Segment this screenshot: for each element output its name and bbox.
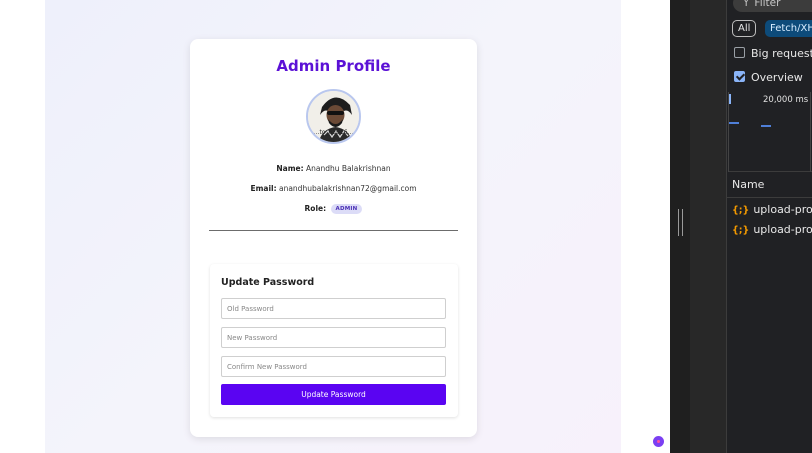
browser-viewport: Admin Profile ...to_62916... Name: Anand… xyxy=(0,0,670,453)
column-header-name[interactable]: Name xyxy=(727,172,812,198)
page-title: Admin Profile xyxy=(276,57,391,75)
role-badge: ADMIN xyxy=(330,204,363,214)
request-row[interactable]: {;}upload-profile xyxy=(732,202,812,218)
timeline-cursor xyxy=(729,94,731,104)
timeline-request-bar xyxy=(761,125,771,127)
timeline-request-bar xyxy=(729,122,739,124)
email-value: anandhubalakrishnan72@gmail.com xyxy=(278,184,417,193)
timeline-gridline xyxy=(810,92,811,172)
avatar[interactable]: ...to_62916... xyxy=(306,89,361,144)
timeline-gridline xyxy=(728,92,729,172)
checkbox-unchecked-icon xyxy=(734,47,745,58)
filter-icon: Y xyxy=(743,0,750,9)
old-password-input[interactable] xyxy=(221,298,446,319)
big-request-rows-toggle[interactable]: Big request rows xyxy=(734,47,812,61)
fetch-request-icon: {;} xyxy=(732,205,750,216)
avatar-photo-icon xyxy=(308,91,359,142)
divider xyxy=(209,230,458,231)
request-row[interactable]: {;}upload-profile xyxy=(732,222,812,238)
profile-email-row: Email: anandhubalakrishnan72@gmail.com xyxy=(190,184,477,193)
role-label: Role: xyxy=(304,204,327,213)
profile-role-row: Role: ADMIN xyxy=(190,204,477,214)
new-password-input[interactable] xyxy=(221,327,446,348)
fetch-request-icon: {;} xyxy=(732,225,750,236)
name-label: Name: xyxy=(276,164,304,173)
filter-placeholder: Filter xyxy=(754,0,781,9)
checkbox-checked-icon xyxy=(734,71,745,82)
devtools-panel: Y Filter All Fetch/XHR Big request rows O… xyxy=(670,0,812,453)
confirm-password-input[interactable] xyxy=(221,356,446,377)
profile-name-row: Name: Anandhu Balakrishnan xyxy=(190,164,477,173)
devtools-gutter xyxy=(670,0,690,453)
overview-label: Overview xyxy=(751,71,803,84)
network-panel: Y Filter All Fetch/XHR Big request rows O… xyxy=(726,0,812,453)
filter-input[interactable]: Y Filter xyxy=(733,0,812,12)
resize-handle-icon[interactable] xyxy=(678,209,683,236)
avatar-caption: ...to_62916... xyxy=(313,129,354,136)
update-password-form: Update Password Update Password xyxy=(210,264,458,417)
request-name: upload-profile xyxy=(753,223,812,236)
timeline-label: 20,000 ms xyxy=(763,95,809,105)
filter-chip-all[interactable]: All xyxy=(732,20,757,37)
profile-card: Admin Profile ...to_62916... Name: Anand… xyxy=(190,39,477,437)
update-password-title: Update Password xyxy=(221,277,315,288)
filter-chip-fetch-xhr[interactable]: Fetch/XHR xyxy=(765,20,812,37)
email-label: Email: xyxy=(250,184,277,193)
name-value: Anandhu Balakrishnan xyxy=(306,164,391,173)
big-request-rows-label: Big request rows xyxy=(751,47,812,60)
update-password-button[interactable]: Update Password xyxy=(221,384,446,405)
request-name: upload-profile xyxy=(753,203,812,216)
extension-bubble-icon[interactable] xyxy=(653,436,664,447)
network-overview-timeline[interactable]: 20,000 ms xyxy=(728,92,812,172)
overview-toggle[interactable]: Overview xyxy=(734,71,803,85)
